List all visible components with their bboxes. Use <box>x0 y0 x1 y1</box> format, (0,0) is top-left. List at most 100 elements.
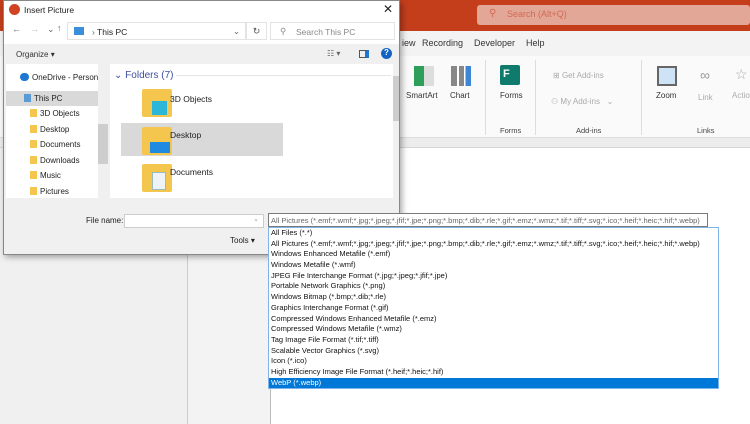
scrollbar-thumb[interactable] <box>98 124 108 164</box>
nav-scrollbar[interactable] <box>98 64 108 198</box>
file-type-option[interactable]: Icon (*.ico) <box>269 356 718 367</box>
file-type-option[interactable]: JPEG File Interchange Format (*.jpg;*.jp… <box>269 271 718 282</box>
file-type-option[interactable]: Windows Metafile (*.wmf) <box>269 260 718 271</box>
nav-item-this-pc[interactable]: This PC <box>6 91 98 106</box>
pc-icon <box>24 94 31 102</box>
scrollbar-thumb[interactable] <box>393 76 399 121</box>
section-header[interactable]: ⌄ Folders (7) <box>114 70 174 81</box>
tools-button[interactable]: Tools ▾ <box>230 236 255 245</box>
up-button[interactable]: ↑ <box>57 23 62 33</box>
organize-button[interactable]: Organize ▾ <box>16 50 55 59</box>
dialog-titlebar: Insert Picture ✕ <box>4 1 399 19</box>
nav-item-3d-objects[interactable]: 3D Objects <box>6 106 98 121</box>
get-addins-label: Get Add-ins <box>561 71 604 80</box>
file-list: ⌄ Folders (7) 3D Objects Desktop Documen… <box>110 64 393 198</box>
search-box[interactable]: ⚲ Search (Alt+Q) <box>477 5 750 25</box>
dialog-title: Insert Picture <box>24 5 75 15</box>
file-type-option[interactable]: Graphics Interchange Format (*.gif) <box>269 303 718 314</box>
my-addins-button[interactable]: ⚇ My Add-ins ⌄ <box>551 97 613 106</box>
nav-label: 3D Objects <box>40 109 80 118</box>
zoom-icon <box>657 66 677 86</box>
file-type-option[interactable]: WebP (*.webp) <box>269 377 718 389</box>
folder-icon <box>30 171 37 179</box>
cloud-icon <box>20 73 29 81</box>
folder-3d-objects[interactable]: 3D Objects <box>170 94 212 104</box>
nav-item-onedrive[interactable]: OneDrive - Person <box>6 70 98 85</box>
file-type-option[interactable]: Scalable Vector Graphics (*.svg) <box>269 346 718 357</box>
view-options-icon[interactable]: ☷ ▾ <box>327 49 340 58</box>
file-type-dropdown-list: All Files (*.*) All Pictures (*.emf;*.wmf… <box>268 227 719 389</box>
group-label-links: Links <box>697 126 715 135</box>
forward-button[interactable]: → <box>30 24 39 34</box>
nav-item-downloads[interactable]: Downloads <box>6 153 98 168</box>
action-button[interactable]: Actio <box>732 91 750 100</box>
my-addins-label: My Add-ins <box>560 97 600 106</box>
breadcrumb[interactable]: This PC <box>97 27 127 37</box>
powerpoint-logo-icon <box>9 4 20 15</box>
folder-icon <box>30 156 37 164</box>
nav-label: Desktop <box>40 125 70 134</box>
file-type-option[interactable]: All Files (*.*) <box>269 228 718 239</box>
search-input[interactable]: ⚲ Search This PC <box>270 22 395 40</box>
address-bar[interactable]: › This PC ⌄ <box>67 22 246 40</box>
tab-developer[interactable]: Developer <box>474 38 515 48</box>
preview-pane-icon[interactable] <box>359 50 369 58</box>
nav-item-documents[interactable]: Documents <box>6 137 98 152</box>
file-type-option[interactable]: Tag Image File Format (*.tif;*.tiff) <box>269 335 718 346</box>
smartart-icon <box>414 66 434 86</box>
nav-item-pictures[interactable]: Pictures <box>6 184 98 198</box>
folder-icon <box>30 109 37 117</box>
get-addins-button[interactable]: ⊞ Get Add-ins <box>553 71 604 80</box>
smartart-button[interactable]: SmartArt <box>406 91 438 100</box>
folder-icon <box>30 140 37 148</box>
search-icon: ⚲ <box>280 26 287 36</box>
help-icon[interactable]: ? <box>381 48 392 59</box>
tab-review[interactable]: iew <box>402 38 416 48</box>
file-type-option[interactable]: Windows Bitmap (*.bmp;*.dib;*.rle) <box>269 292 718 303</box>
dialog-toolbar: Organize ▾ ☷ ▾ ? <box>4 44 399 64</box>
nav-label: OneDrive - Person <box>32 73 98 82</box>
file-type-option[interactable]: Compressed Windows Metafile (*.wmz) <box>269 324 718 335</box>
chart-button[interactable]: Chart <box>450 91 470 100</box>
group-label-addins: Add-ins <box>576 126 602 135</box>
file-type-option[interactable]: All Pictures (*.emf;*.wmf;*.jpg;*.jpeg;*… <box>269 239 718 250</box>
navigation-pane: OneDrive - Person This PC 3D Objects Des… <box>6 64 98 198</box>
organize-label: Organize <box>16 50 49 59</box>
file-name-input[interactable]: ⌄ <box>124 214 264 228</box>
back-button[interactable]: ← <box>12 24 21 34</box>
group-label-forms: Forms <box>500 126 522 135</box>
refresh-button[interactable]: ↻ <box>246 22 267 40</box>
link-icon: ∞ <box>700 67 710 83</box>
pc-icon <box>74 27 84 35</box>
folder-icon <box>30 125 37 133</box>
chevron-down-icon[interactable]: ⌄ <box>233 26 240 37</box>
file-type-selected: All Pictures (*.emf;*.wmf;*.jpg;*.jpeg;*… <box>271 216 700 225</box>
folder-desktop-icon <box>142 127 172 155</box>
nav-item-desktop[interactable]: Desktop <box>6 122 98 137</box>
nav-label: Pictures <box>40 187 69 196</box>
file-type-select[interactable]: All Pictures (*.emf;*.wmf;*.jpg;*.jpeg;*… <box>268 213 708 227</box>
folder-3d-objects-icon <box>142 89 172 117</box>
file-type-option[interactable]: Compressed Windows Enhanced Metafile (*.… <box>269 314 718 325</box>
file-name-label: File name: <box>86 216 124 225</box>
forms-icon: F <box>500 65 520 85</box>
folder-documents-icon <box>142 164 172 192</box>
file-type-option[interactable]: Portable Network Graphics (*.png) <box>269 281 718 292</box>
forms-button[interactable]: Forms <box>500 91 523 100</box>
tab-recording[interactable]: Recording <box>422 38 463 48</box>
folder-documents[interactable]: Documents <box>170 167 213 177</box>
nav-label: Music <box>40 171 61 180</box>
search-placeholder: Search This PC <box>296 27 356 37</box>
file-type-option[interactable]: High Efficiency Image File Format (*.hei… <box>269 367 718 378</box>
close-button[interactable]: ✕ <box>383 2 393 16</box>
recent-dropdown[interactable]: ⌄ <box>47 24 55 35</box>
nav-label: Downloads <box>40 156 80 165</box>
folder-desktop[interactable]: Desktop <box>170 130 201 140</box>
link-button[interactable]: Link <box>698 93 713 102</box>
file-list-scrollbar[interactable] <box>393 64 399 198</box>
tab-help[interactable]: Help <box>526 38 545 48</box>
nav-item-music[interactable]: Music <box>6 168 98 183</box>
nav-label: This PC <box>34 94 63 103</box>
file-type-option[interactable]: Windows Enhanced Metafile (*.emf) <box>269 249 718 260</box>
zoom-button[interactable]: Zoom <box>656 91 676 100</box>
